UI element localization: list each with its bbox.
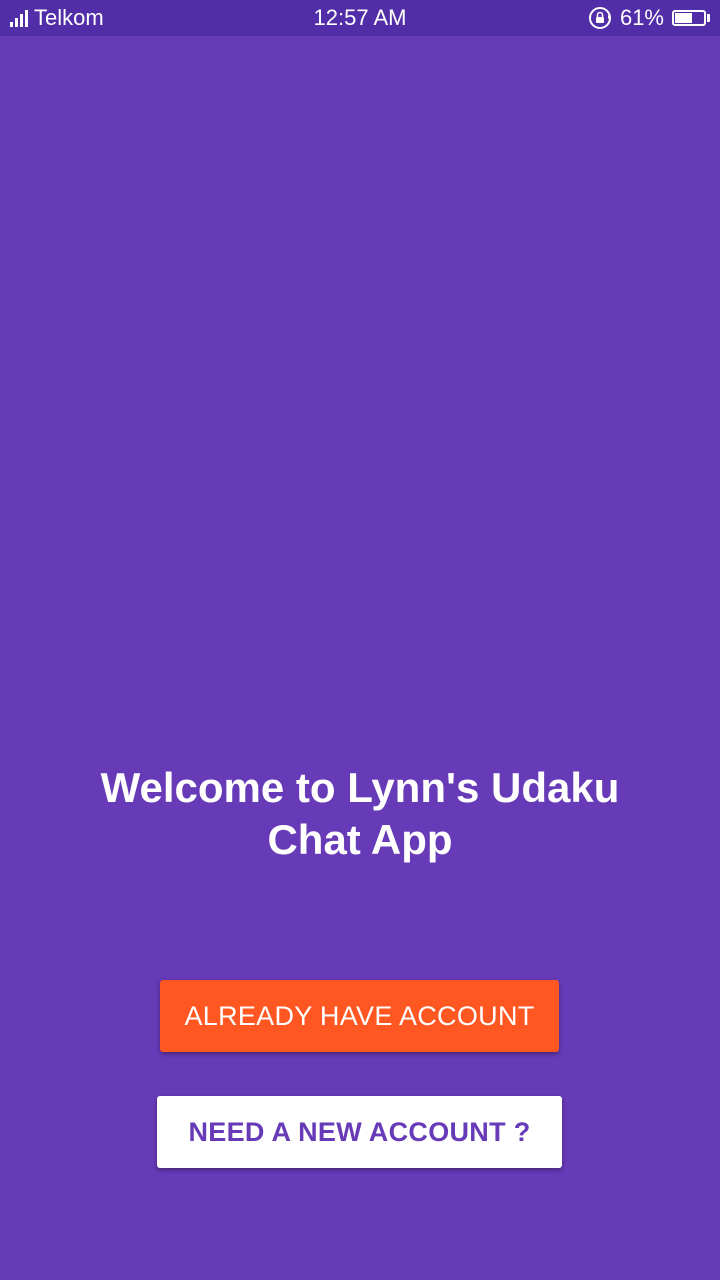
need-new-account-button[interactable]: NEED A NEW ACCOUNT ?: [157, 1096, 562, 1168]
already-have-account-button[interactable]: ALREADY HAVE ACCOUNT: [160, 980, 559, 1052]
battery-icon: [672, 10, 706, 26]
status-bar: Telkom 12:57 AM 61%: [0, 0, 720, 36]
status-bar-right: 61%: [588, 0, 710, 36]
rotation-lock-icon: [588, 7, 611, 29]
battery-level-fill: [675, 13, 692, 23]
welcome-title: Welcome to Lynn's Udaku Chat App: [100, 764, 620, 863]
battery-tip: [707, 14, 710, 22]
battery-percent: 61%: [619, 5, 664, 30]
